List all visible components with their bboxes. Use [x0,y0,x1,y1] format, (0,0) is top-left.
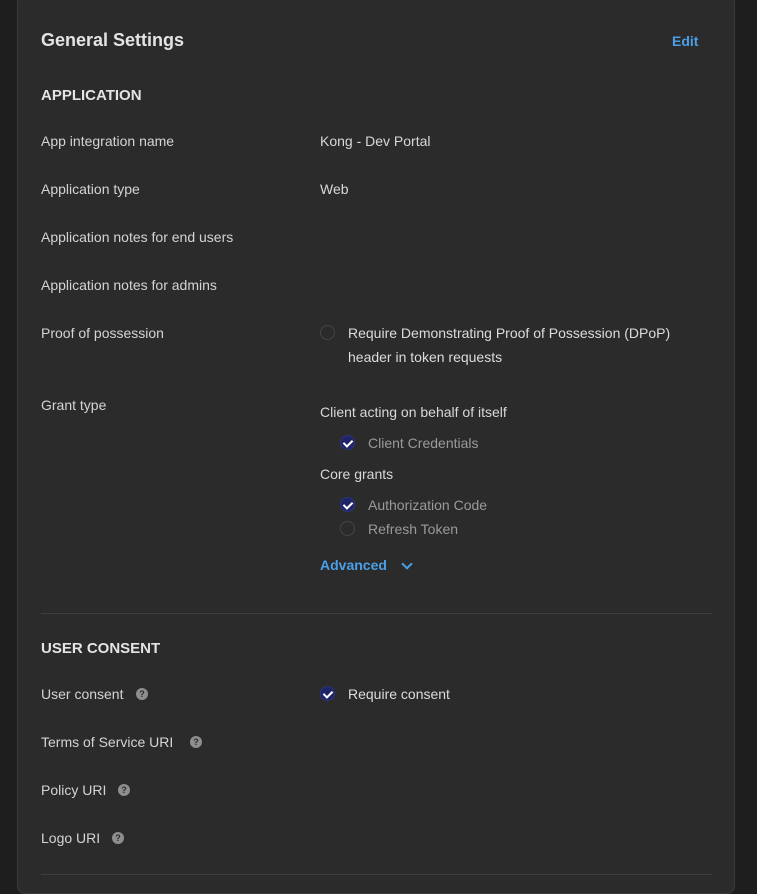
refresh-token-checkbox[interactable] [340,521,355,536]
client-grant-heading: Client acting on behalf of itself [320,404,507,420]
logo-uri-label: Logo URI [41,830,101,846]
help-icon[interactable]: ? [136,688,148,700]
help-icon[interactable]: ? [112,832,124,844]
user-consent-label: User consent [41,686,124,702]
dpop-checkbox[interactable] [320,325,335,340]
client-credentials-label: Client Credentials [368,435,479,451]
app-integration-name-value: Kong - Dev Portal [320,133,431,149]
grant-type-label: Grant type [41,397,107,413]
authorization-code-checkbox[interactable] [340,497,355,512]
section-title-application: APPLICATION [41,87,142,104]
dpop-checkbox-label-line1: Require Demonstrating Proof of Possessio… [348,325,671,341]
advanced-toggle[interactable]: Advanced [320,557,387,573]
panel-title: General Settings [41,30,185,50]
core-grants-heading: Core grants [320,466,394,482]
app-integration-name-label: App integration name [41,133,175,149]
notes-admins-label: Application notes for admins [41,277,217,293]
help-icon[interactable]: ? [190,736,202,748]
section-divider [41,874,712,875]
help-icon[interactable]: ? [118,784,130,796]
edit-button[interactable]: Edit [672,33,698,49]
require-consent-checkbox[interactable] [320,686,335,701]
require-consent-label: Require consent [348,686,450,702]
client-credentials-checkbox[interactable] [340,435,355,450]
application-type-label: Application type [41,181,140,197]
refresh-token-label: Refresh Token [368,521,459,537]
notes-end-users-label: Application notes for end users [41,229,234,245]
section-divider [41,613,712,614]
proof-of-possession-label: Proof of possession [41,325,164,341]
policy-uri-label: Policy URI [41,782,107,798]
dpop-checkbox-label-line2: header in token requests [348,349,503,365]
section-title-user-consent: USER CONSENT [41,640,161,657]
authorization-code-label: Authorization Code [368,497,488,513]
terms-of-service-uri-label: Terms of Service URI [41,734,174,750]
application-type-value: Web [320,181,349,197]
